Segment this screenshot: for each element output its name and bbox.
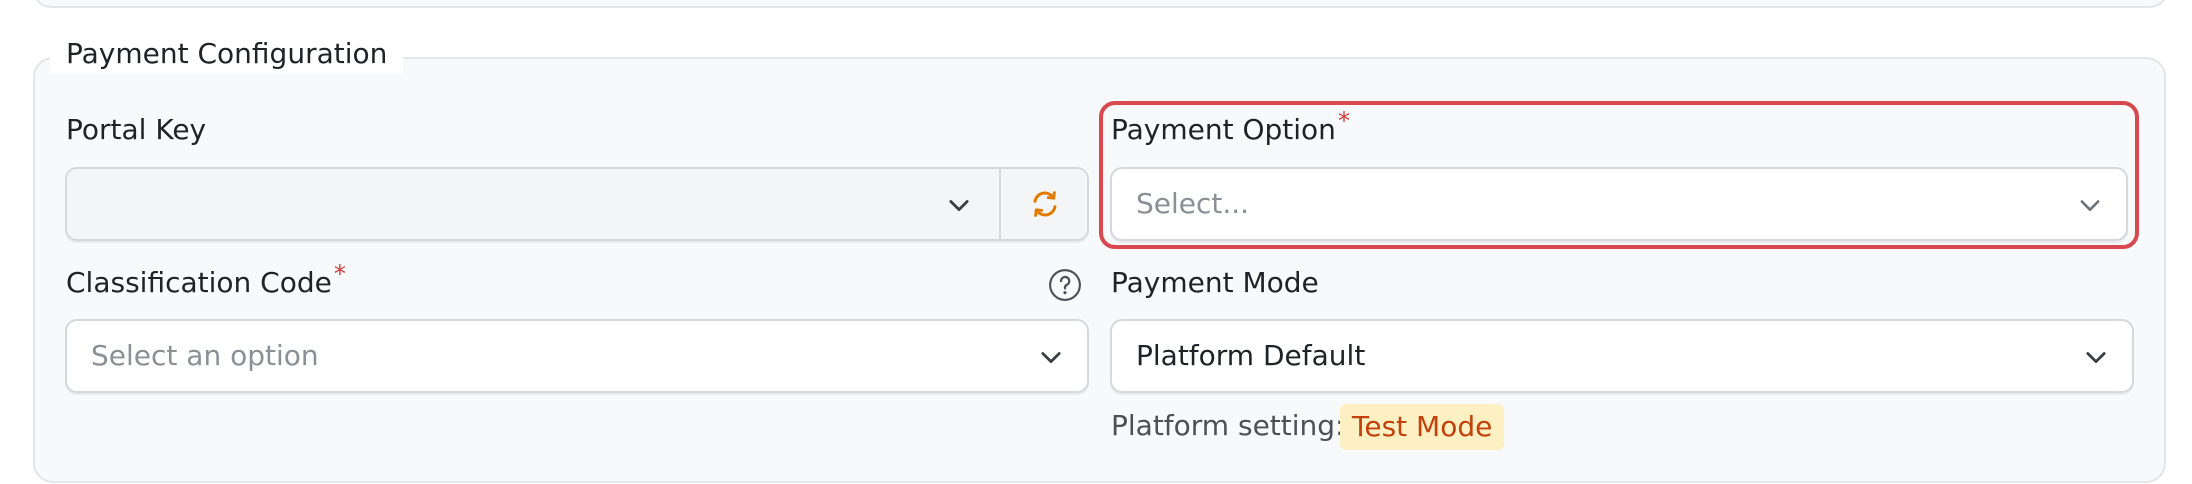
payment-mode-select[interactable]: Platform Default — [1110, 319, 2134, 393]
classification-code-label: Classification Code* — [66, 260, 346, 302]
required-marker: * — [1337, 107, 1350, 135]
payment-option-select[interactable]: Select... — [1110, 167, 2128, 241]
payment-option-label: Payment Option* — [1111, 107, 1350, 149]
chevron-down-icon — [2086, 352, 2106, 364]
refresh-portal-key-button[interactable] — [1001, 169, 1087, 239]
portal-key-select[interactable] — [67, 169, 999, 239]
classification-code-select[interactable]: Select an option — [65, 319, 1089, 393]
payment-mode-label: Payment Mode — [1111, 265, 1319, 301]
help-circle-icon[interactable] — [1048, 268, 1082, 302]
chevron-down-icon — [949, 200, 969, 212]
platform-setting-note: Platform setting: — [1111, 409, 1345, 442]
payment-option-label-text: Payment Option — [1111, 113, 1336, 146]
portal-key-label-text: Portal Key — [66, 113, 207, 146]
test-mode-badge: Test Mode — [1340, 404, 1505, 450]
classification-code-label-text: Classification Code — [66, 266, 332, 299]
portal-key-label: Portal Key — [66, 112, 206, 148]
section-legend: Payment Configuration — [50, 34, 404, 74]
payment-mode-value: Platform Default — [1136, 339, 1366, 372]
previous-section-card — [33, 0, 2168, 8]
portal-key-field — [65, 167, 1089, 241]
refresh-icon — [1033, 191, 1057, 217]
payment-mode-label-text: Payment Mode — [1111, 266, 1319, 299]
classification-code-placeholder: Select an option — [91, 339, 319, 372]
required-marker: * — [333, 260, 346, 288]
payment-option-placeholder: Select... — [1136, 187, 1250, 220]
chevron-down-icon — [2080, 200, 2100, 211]
chevron-down-icon — [1041, 352, 1061, 364]
